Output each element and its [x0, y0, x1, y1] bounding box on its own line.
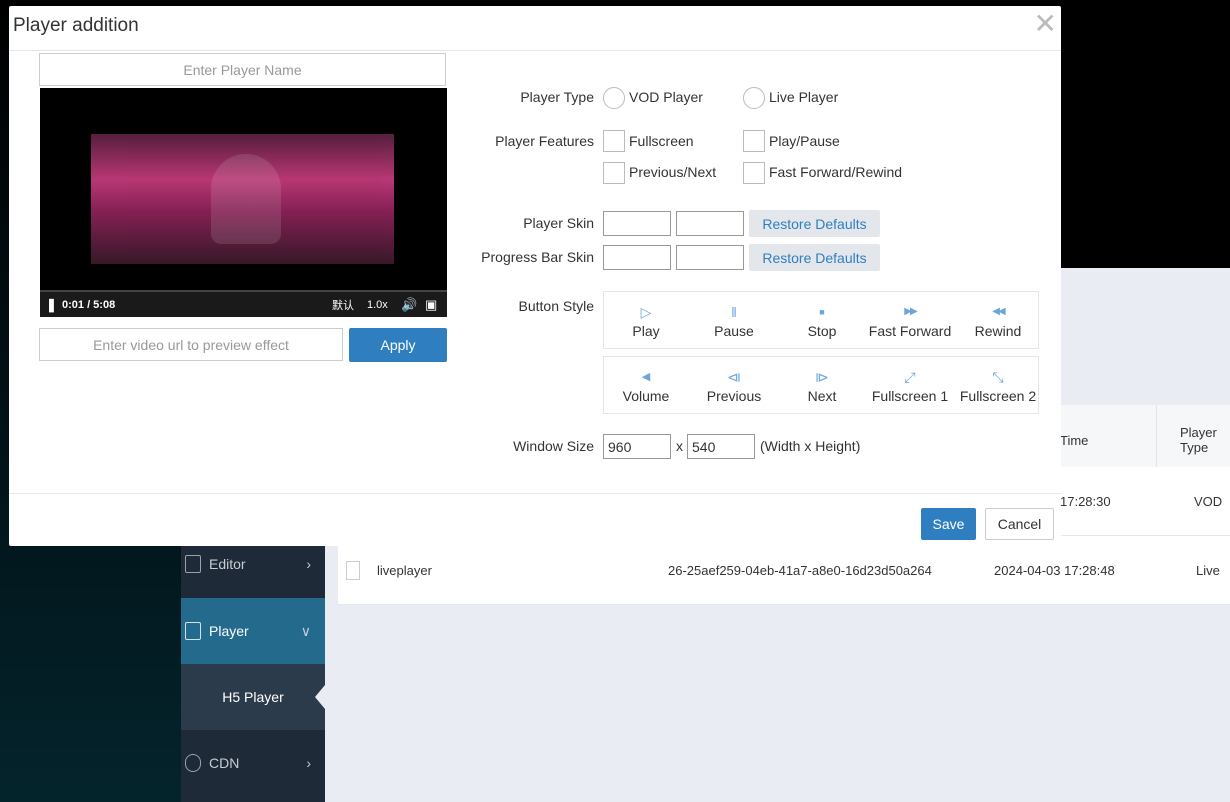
- previous-next-checkbox[interactable]: [603, 162, 625, 184]
- window-size-hint: (Width x Height): [760, 438, 861, 454]
- progress-skin-color-1[interactable]: [603, 245, 671, 270]
- progress-skin-color-2[interactable]: [676, 245, 744, 270]
- save-button[interactable]: Save: [921, 508, 976, 540]
- style-fast-forward-button[interactable]: ▶▶ Fast Forward: [866, 302, 954, 340]
- player-skin-color-2[interactable]: [676, 211, 744, 236]
- video-frame: [91, 134, 394, 264]
- fast-forward-rewind-checkbox[interactable]: [743, 162, 765, 184]
- chevron-right-icon: ›: [306, 556, 311, 572]
- row-type: VOD: [1194, 493, 1223, 509]
- editor-icon: [185, 555, 201, 573]
- button-style-label: Button Style: [518, 298, 595, 314]
- player-skin-color-1[interactable]: [603, 211, 671, 236]
- progress-skin-label: Progress Bar Skin: [481, 249, 594, 265]
- style-fullscreen-2-button[interactable]: ⤡ Fullscreen 2: [954, 367, 1042, 405]
- sidebar-item-label: Player: [209, 623, 249, 639]
- row-time: 17:28:30: [1060, 493, 1111, 509]
- row-id: 26-25aef259-04eb-41a7-a8e0-16d23d50a264: [668, 562, 932, 578]
- fullscreen-icon[interactable]: ▣: [425, 292, 437, 317]
- chevron-right-icon: ›: [306, 755, 311, 771]
- divider: [9, 493, 1061, 494]
- window-size-separator: x: [676, 438, 683, 454]
- column-header-time[interactable]: Time: [1060, 405, 1088, 475]
- player-features-label: Player Features: [495, 133, 594, 149]
- sidebar-subitem-h5-player[interactable]: H5 Player: [181, 664, 325, 730]
- pause-icon[interactable]: ❚: [46, 292, 57, 317]
- style-rewind-button[interactable]: ◀◀ Rewind: [954, 302, 1042, 340]
- fullscreen-2-icon: ⤡: [992, 369, 1004, 385]
- divider: [9, 50, 1061, 51]
- next-icon: ⧐: [815, 369, 829, 385]
- style-previous-button[interactable]: ⧏ Previous: [690, 367, 778, 405]
- style-pause-button[interactable]: ‖ Pause: [690, 302, 778, 340]
- window-height-input[interactable]: 540: [687, 434, 755, 459]
- quality-selector[interactable]: 默认: [332, 292, 354, 317]
- player-skin-label: Player Skin: [523, 215, 594, 231]
- active-indicator: [315, 685, 325, 709]
- player-type-label: Player Type: [520, 89, 594, 105]
- close-icon[interactable]: ✕: [1034, 10, 1057, 38]
- player-name-input[interactable]: [39, 53, 446, 86]
- style-fullscreen-1-button[interactable]: ⤢ Fullscreen 1: [866, 367, 954, 405]
- sidebar-item-label: CDN: [209, 755, 240, 771]
- play-pause-label: Play/Pause: [769, 133, 840, 149]
- video-controls: ❚ 0:01 / 5:08 默认 1.0x 🔊 ▣: [40, 292, 447, 317]
- row-type: Live: [1196, 562, 1220, 578]
- live-player-label: Live Player: [769, 89, 839, 105]
- vod-player-radio[interactable]: [603, 87, 625, 109]
- column-divider: [1156, 405, 1157, 467]
- play-pause-checkbox[interactable]: [743, 130, 765, 152]
- table-row[interactable]: liveplayer 26-25aef259-04eb-41a7-a8e0-16…: [338, 536, 1230, 605]
- progress-skin-restore-button[interactable]: Restore Defaults: [749, 244, 880, 271]
- button-style-row-2: ◀ Volume ⧏ Previous ⧐ Next ⤢ Fullscreen …: [603, 356, 1039, 414]
- video-time: 0:01 / 5:08: [62, 298, 116, 311]
- video-url-input[interactable]: [39, 328, 343, 361]
- cancel-button[interactable]: Cancel: [985, 508, 1054, 540]
- chevron-down-icon: ∨: [300, 622, 311, 639]
- fullscreen-1-icon: ⤢: [904, 369, 916, 385]
- pause-icon: ‖: [731, 304, 737, 320]
- rewind-icon: ◀◀: [992, 306, 1005, 317]
- sidebar-item-player[interactable]: Player ∨: [181, 598, 325, 664]
- cdn-icon: [185, 754, 201, 772]
- fullscreen-label: Fullscreen: [629, 133, 694, 149]
- player-addition-dialog: Player addition ✕ ❚ 0:01 / 5:08 默认 1.0x …: [9, 6, 1061, 546]
- sidebar-item-label: Editor: [209, 556, 246, 572]
- row-name: liveplayer: [377, 562, 432, 578]
- speed-selector[interactable]: 1.0x: [367, 292, 388, 317]
- style-play-button[interactable]: ▷ Play: [602, 302, 690, 340]
- previous-icon: ⧏: [727, 369, 741, 385]
- fast-forward-icon: ▶▶: [904, 306, 917, 317]
- play-icon: ▷: [640, 304, 652, 320]
- style-stop-button[interactable]: ■ Stop: [778, 302, 866, 340]
- row-time: 2024-04-03 17:28:48: [994, 562, 1115, 578]
- button-style-row-1: ▷ Play ‖ Pause ■ Stop ▶▶ Fast Forward ◀◀…: [603, 291, 1039, 349]
- vod-player-label: VOD Player: [629, 89, 703, 105]
- video-preview[interactable]: [40, 88, 447, 317]
- live-player-radio[interactable]: [743, 87, 765, 109]
- previous-next-label: Previous/Next: [629, 164, 717, 180]
- player-icon: [185, 622, 201, 640]
- window-width-input[interactable]: 960: [603, 434, 671, 459]
- row-checkbox[interactable]: [346, 536, 360, 604]
- volume-icon: ◀: [641, 371, 651, 383]
- fullscreen-checkbox[interactable]: [603, 130, 625, 152]
- fast-forward-rewind-label: Fast Forward/Rewind: [769, 164, 903, 180]
- dialog-title: Player addition: [13, 15, 139, 36]
- window-size-label: Window Size: [513, 438, 594, 454]
- stop-icon: ■: [819, 307, 825, 317]
- apply-button[interactable]: Apply: [349, 328, 447, 362]
- volume-icon[interactable]: 🔊: [401, 292, 417, 317]
- column-header-player-type[interactable]: Player Type: [1180, 405, 1230, 475]
- style-next-button[interactable]: ⧐ Next: [778, 367, 866, 405]
- player-skin-restore-button[interactable]: Restore Defaults: [749, 210, 880, 237]
- sidebar-item-cdn[interactable]: CDN ›: [181, 730, 325, 796]
- style-volume-button[interactable]: ◀ Volume: [602, 367, 690, 405]
- sidebar-subitem-label: H5 Player: [222, 689, 284, 705]
